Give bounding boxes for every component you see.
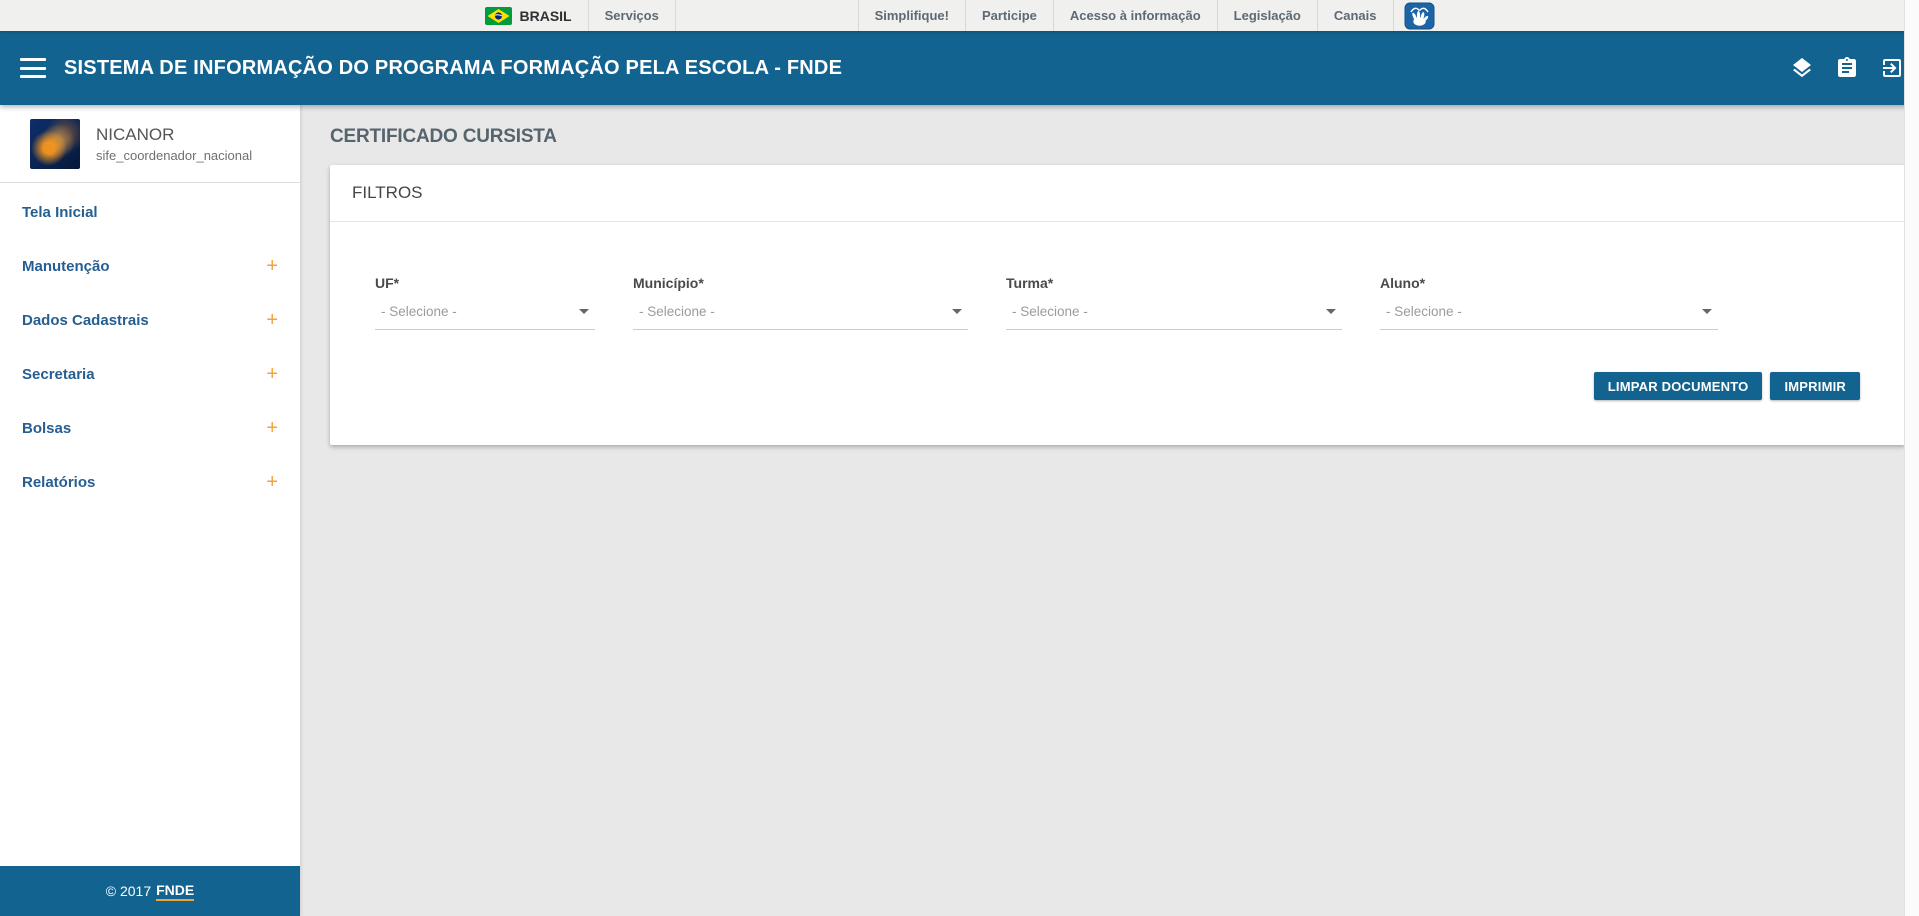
avatar: [30, 119, 80, 169]
govbar-servicos-link[interactable]: Serviços: [588, 0, 676, 31]
user-name: NICANOR: [96, 125, 252, 145]
govbar-brand-label: BRASIL: [520, 8, 572, 24]
govbar-link-participe[interactable]: Participe: [965, 0, 1053, 31]
brazil-flag-icon: [485, 7, 512, 25]
sidebar-item-secretaria[interactable]: Secretaria +: [0, 347, 300, 401]
user-panel: NICANOR sife_coordenador_nacional: [0, 105, 300, 183]
govbar-link-acesso-informacao[interactable]: Acesso à informação: [1053, 0, 1217, 31]
sidebar-menu: Tela Inicial Manutenção + Dados Cadastra…: [0, 183, 300, 509]
expand-plus-icon: +: [266, 256, 278, 276]
aluno-select[interactable]: - Selecione -: [1380, 301, 1718, 330]
layers-icon[interactable]: [1790, 56, 1814, 80]
sidebar-item-tela-inicial[interactable]: Tela Inicial: [0, 185, 300, 239]
vlibras-accessibility-icon[interactable]: [1394, 0, 1435, 31]
menu-toggle-button[interactable]: [20, 58, 46, 78]
uf-label: UF*: [375, 275, 595, 291]
app-title: SISTEMA DE INFORMAÇÃO DO PROGRAMA FORMAÇ…: [64, 57, 842, 80]
sidebar-footer: © 2017 FNDE: [0, 866, 300, 916]
govbar-link-legislacao[interactable]: Legislação: [1217, 0, 1317, 31]
sidebar-item-bolsas[interactable]: Bolsas +: [0, 401, 300, 455]
aluno-label: Aluno*: [1380, 275, 1718, 291]
fnde-link[interactable]: FNDE: [156, 882, 194, 901]
main-content: CERTIFICADO CURSISTA FILTROS UF* - Selec…: [300, 105, 1919, 916]
expand-plus-icon: +: [266, 418, 278, 438]
expand-plus-icon: +: [266, 310, 278, 330]
govbar-link-canais[interactable]: Canais: [1317, 0, 1394, 31]
turma-select[interactable]: - Selecione -: [1006, 301, 1342, 330]
field-turma: Turma* - Selecione -: [1006, 275, 1342, 330]
chevron-down-icon: [952, 309, 962, 314]
chevron-down-icon: [579, 309, 589, 314]
imprimir-button[interactable]: IMPRIMIR: [1770, 372, 1860, 400]
user-role: sife_coordenador_nacional: [96, 148, 252, 163]
sidebar-item-dados-cadastrais[interactable]: Dados Cadastrais +: [0, 293, 300, 347]
limpar-documento-button[interactable]: LIMPAR DOCUMENTO: [1594, 372, 1763, 400]
uf-select[interactable]: - Selecione -: [375, 301, 595, 330]
expand-plus-icon: +: [266, 472, 278, 492]
sidebar: NICANOR sife_coordenador_nacional Tela I…: [0, 105, 300, 916]
turma-label: Turma*: [1006, 275, 1342, 291]
expand-plus-icon: +: [266, 364, 278, 384]
page-title: CERTIFICADO CURSISTA: [330, 126, 1905, 148]
field-uf: UF* - Selecione -: [375, 275, 595, 330]
municipio-label: Município*: [633, 275, 968, 291]
sidebar-item-relatorios[interactable]: Relatórios +: [0, 455, 300, 509]
copyright-text: © 2017: [106, 883, 151, 899]
app-header: SISTEMA DE INFORMAÇÃO DO PROGRAMA FORMAÇ…: [0, 31, 1919, 105]
govbar-link-simplifique[interactable]: Simplifique!: [858, 0, 965, 31]
logout-icon[interactable]: [1880, 56, 1904, 80]
chevron-down-icon: [1326, 309, 1336, 314]
field-aluno: Aluno* - Selecione -: [1380, 275, 1718, 330]
page-scrollbar[interactable]: [1904, 0, 1919, 916]
field-municipio: Município* - Selecione -: [633, 275, 968, 330]
filters-title: FILTROS: [352, 183, 423, 202]
clipboard-icon[interactable]: [1835, 56, 1859, 80]
chevron-down-icon: [1702, 309, 1712, 314]
filters-card: FILTROS UF* - Selecione - Município* -: [330, 165, 1905, 445]
govbar-brand-link[interactable]: BRASIL: [485, 0, 588, 31]
sidebar-item-manutencao[interactable]: Manutenção +: [0, 239, 300, 293]
gov-bar: BRASIL Serviços Simplifique! Participe A…: [0, 0, 1919, 31]
municipio-select[interactable]: - Selecione -: [633, 301, 968, 330]
filters-card-header: FILTROS: [330, 165, 1905, 222]
